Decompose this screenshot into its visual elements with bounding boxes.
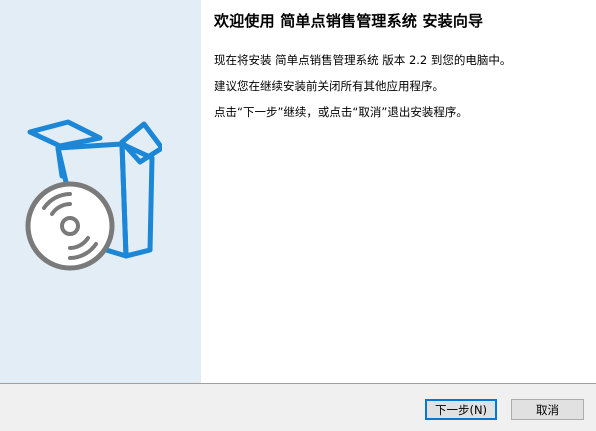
button-bar: 下一步(N) 取消	[0, 384, 596, 431]
instructions-text: 点击“下一步”继续，或点击“取消”退出安装程序。	[214, 105, 468, 119]
box-with-disc-icon	[25, 119, 162, 271]
cancel-button[interactable]: 取消	[511, 399, 584, 420]
installer-wizard-window: 欢迎使用 简单点销售管理系统 安装向导 现在将安装 简单点销售管理系统 版本 2…	[0, 0, 596, 431]
side-banner	[0, 0, 201, 383]
close-apps-advice-text: 建议您在继续安装前关闭所有其他应用程序。	[214, 79, 444, 93]
install-version-text: 现在将安装 简单点销售管理系统 版本 2.2 到您的电脑中。	[214, 53, 512, 67]
next-button[interactable]: 下一步(N)	[425, 399, 497, 420]
welcome-content: 欢迎使用 简单点销售管理系统 安装向导 现在将安装 简单点销售管理系统 版本 2…	[201, 0, 596, 383]
page-title: 欢迎使用 简单点销售管理系统 安装向导	[214, 12, 484, 30]
